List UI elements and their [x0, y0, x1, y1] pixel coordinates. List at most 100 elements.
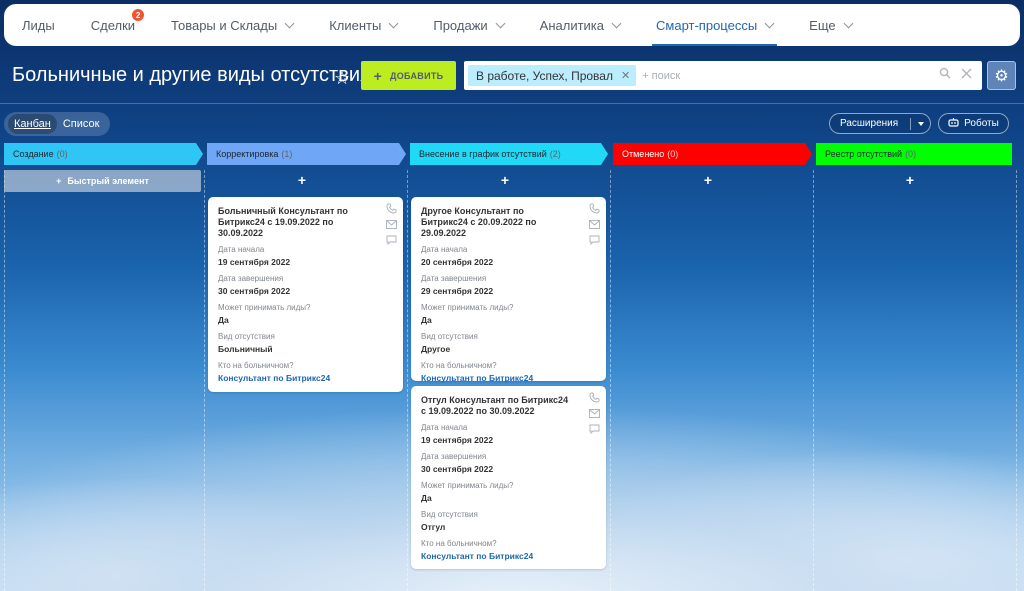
kanban-card[interactable]: Больничный Консультант по Битрикс24 с 19… [208, 197, 403, 392]
top-nav: Лиды Сделки 2 Товары и Склады Клиенты Про… [4, 4, 1020, 46]
field-label: Дата завершения [421, 452, 487, 461]
nav-item-products[interactable]: Товары и Склады [171, 4, 295, 46]
column-title: Отменено [622, 149, 665, 159]
user-link[interactable]: Консультант по Битрикс24 [421, 373, 596, 384]
add-item-button[interactable]: + [292, 172, 312, 188]
chat-icon[interactable] [386, 235, 397, 245]
column-divider [610, 170, 611, 591]
add-item-button[interactable]: + [495, 172, 515, 188]
column-title: Внесение в график отсутствий [419, 149, 547, 159]
nav-item-analytics[interactable]: Аналитика [539, 4, 622, 46]
gear-icon: ⚙ [994, 67, 1009, 85]
field-label: Дата начала [421, 245, 468, 254]
nav-item-label: Аналитика [539, 17, 605, 33]
field-value: 20 сентября 2022 [421, 257, 494, 267]
mail-icon[interactable] [589, 409, 600, 418]
user-link[interactable]: Консультант по Битрикс24 [218, 373, 393, 384]
card-actions [386, 203, 397, 245]
nav-item-smart-processes[interactable]: Смарт-процессы [652, 4, 778, 46]
column-divider [407, 170, 408, 591]
column-count: (0) [905, 149, 917, 159]
search-icon[interactable] [939, 67, 951, 82]
column-header-schedule[interactable]: Внесение в график отсутствий (2) [410, 143, 605, 165]
tab-kanban[interactable]: Канбан [8, 114, 57, 134]
chat-icon[interactable] [589, 235, 600, 245]
tab-list[interactable]: Список [57, 114, 106, 134]
close-icon[interactable] [961, 67, 972, 82]
quick-add-button[interactable]: + Быстрый элемент [4, 170, 201, 192]
extensions-label: Расширения [840, 118, 899, 129]
phone-icon[interactable] [386, 203, 397, 214]
robot-icon [948, 117, 959, 130]
page-title: Больничные и другие виды отсутствия [12, 64, 371, 86]
kanban-card[interactable]: Отгул Консультант по Битрикс24 с 19.09.2… [411, 386, 606, 569]
field-label: Дата начала [421, 423, 468, 432]
user-link[interactable]: Консультант по Битрикс24 [421, 551, 596, 562]
field-label: Может принимать лиды? [421, 481, 514, 490]
card-title[interactable]: Другое Консультант по Битрикс24 с 20.09.… [421, 206, 596, 239]
deals-counter-badge: 2 [132, 9, 145, 21]
add-button[interactable]: + ДОБАВИТЬ [361, 61, 456, 90]
field-value: Да [421, 315, 432, 325]
column-title: Корректировка [216, 149, 279, 159]
nav-item-deals[interactable]: Сделки 2 [91, 4, 145, 46]
field-value: Другое [421, 344, 451, 354]
column-count: (2) [549, 149, 561, 159]
nav-item-leads[interactable]: Лиды [22, 4, 55, 46]
column-header-correction[interactable]: Корректировка (1) [207, 143, 402, 165]
header-divider [0, 103, 1024, 104]
robots-button[interactable]: Роботы [938, 113, 1009, 134]
field-label: Может принимать лиды? [218, 303, 311, 312]
phone-icon[interactable] [589, 203, 600, 214]
chevron-down-icon [611, 18, 622, 28]
column-divider [204, 170, 205, 591]
filter-search-box[interactable]: В работе, Успех, Провал ✕ + поиск [464, 61, 982, 90]
column-divider [4, 170, 5, 591]
chat-icon[interactable] [589, 424, 600, 434]
plus-icon: + [56, 176, 62, 186]
column-header-registry[interactable]: Реестр отсутствий (0) [816, 143, 1011, 165]
card-actions [589, 392, 600, 434]
chevron-down-icon [284, 18, 295, 28]
mail-icon[interactable] [386, 220, 397, 229]
separator [910, 117, 912, 130]
card-title[interactable]: Больничный Консультант по Битрикс24 с 19… [218, 206, 393, 239]
column-header-creation[interactable]: Создание (0) [4, 143, 199, 165]
nav-item-label: Продажи [433, 17, 488, 33]
field-value: 30 сентября 2022 [421, 464, 494, 474]
nav-item-label: Клиенты [329, 17, 382, 33]
nav-item-clients[interactable]: Клиенты [329, 4, 399, 46]
add-button-label: ДОБАВИТЬ [390, 70, 444, 81]
nav-item-more[interactable]: Еще [809, 4, 854, 46]
field-value: 29 сентября 2022 [421, 286, 494, 296]
field-value: 30 сентября 2022 [218, 286, 291, 296]
field-label: Кто на больничном? [218, 361, 294, 370]
column-title: Реестр отсутствий [825, 149, 903, 159]
column-count: (0) [667, 149, 679, 159]
quick-add-label: Быстрый элемент [67, 176, 149, 186]
field-label: Вид отсутствия [421, 332, 478, 341]
nav-item-label: Товары и Склады [171, 17, 278, 33]
caret-down-icon[interactable] [918, 121, 925, 126]
field-value: Да [218, 315, 229, 325]
search-input[interactable]: + поиск [642, 70, 680, 82]
chevron-down-icon [495, 18, 506, 28]
mail-icon[interactable] [589, 220, 600, 229]
nav-item-sales[interactable]: Продажи [433, 4, 506, 46]
field-value: Отгул [421, 522, 446, 532]
add-item-button[interactable]: + [698, 172, 718, 188]
extensions-button[interactable]: Расширения [829, 113, 931, 134]
remove-filter-icon[interactable]: ✕ [621, 69, 630, 82]
filter-chip[interactable]: В работе, Успех, Провал ✕ [468, 65, 637, 86]
view-switcher: Канбан Список [4, 112, 110, 136]
phone-icon[interactable] [589, 392, 600, 403]
chevron-down-icon [764, 18, 775, 28]
column-header-cancelled[interactable]: Отменено (0) [613, 143, 808, 165]
settings-button[interactable]: ⚙ [987, 61, 1016, 90]
card-title[interactable]: Отгул Консультант по Битрикс24 с 19.09.2… [421, 395, 596, 417]
star-icon[interactable]: ☆ [334, 68, 350, 89]
filter-chip-label: В работе, Успех, Провал [476, 68, 613, 83]
kanban-card[interactable]: Другое Консультант по Битрикс24 с 20.09.… [411, 197, 606, 384]
add-item-button[interactable]: + [900, 172, 920, 188]
field-label: Дата завершения [218, 274, 284, 283]
